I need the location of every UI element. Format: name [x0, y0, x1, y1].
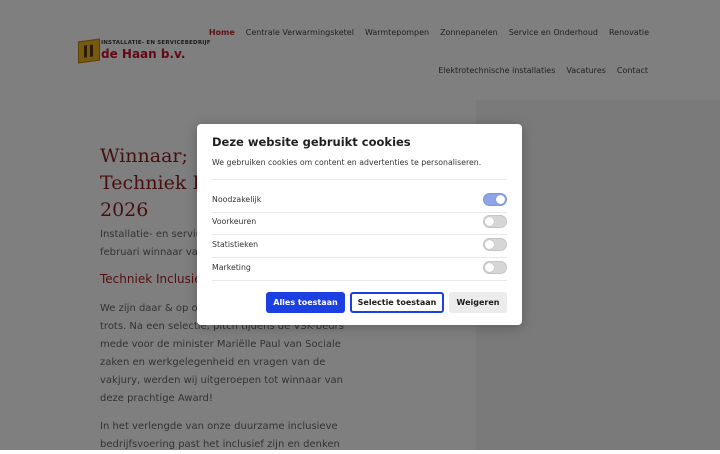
accept-all-button[interactable]: Alles toestaan	[266, 292, 345, 313]
pref-label-necessary: Noodzakelijk	[212, 195, 262, 204]
toggle-necessary[interactable]	[483, 193, 507, 206]
pref-row-preferences: Voorkeuren	[212, 213, 507, 233]
cookie-consent-dialog: Deze website gebruikt cookies We gebruik…	[197, 124, 522, 325]
pref-label-preferences: Voorkeuren	[212, 217, 257, 226]
cookie-dialog-title: Deze website gebruikt cookies	[212, 135, 411, 149]
pref-row-statistics: Statistieken	[212, 236, 507, 256]
divider	[212, 280, 507, 281]
toggle-preferences[interactable]	[483, 215, 507, 228]
toggle-knob	[496, 195, 505, 204]
toggle-marketing[interactable]	[483, 261, 507, 274]
pref-label-statistics: Statistieken	[212, 240, 259, 249]
toggle-knob	[485, 240, 494, 249]
pref-row-marketing: Marketing	[212, 259, 507, 279]
page: INSTALLATIE- EN SERVICEBEDRIJF de Haan b…	[0, 0, 720, 450]
pref-row-necessary: Noodzakelijk	[212, 191, 507, 211]
toggle-knob	[485, 263, 494, 272]
pref-label-marketing: Marketing	[212, 263, 251, 272]
accept-selection-button[interactable]: Selectie toestaan	[350, 292, 444, 313]
deny-button[interactable]: Weigeren	[449, 292, 507, 313]
toggle-statistics[interactable]	[483, 238, 507, 251]
divider	[212, 257, 507, 258]
cookie-dialog-description: We gebruiken cookies om content en adver…	[212, 158, 482, 167]
toggle-knob	[485, 217, 494, 226]
divider	[212, 234, 507, 235]
divider	[212, 179, 507, 180]
